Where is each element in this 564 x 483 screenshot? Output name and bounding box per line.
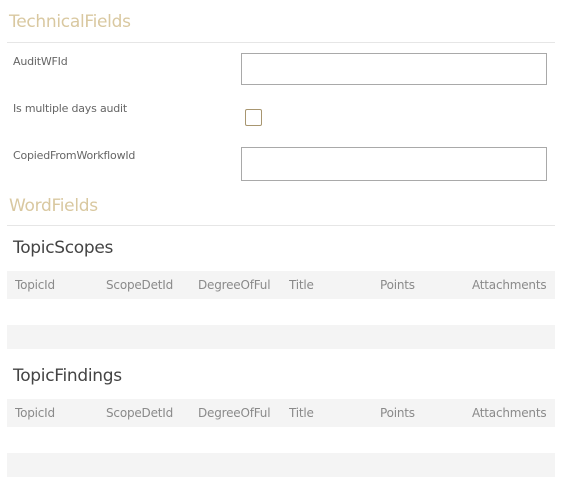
topic-findings-header: TopicId ScopeDetId DegreeOfFul Title Poi… [7, 399, 555, 427]
audit-wf-id-label: AuditWFId [13, 55, 68, 68]
topic-scopes-header: TopicId ScopeDetId DegreeOfFul Title Poi… [7, 271, 555, 299]
column-header-degree-of-ful[interactable]: DegreeOfFul [198, 406, 272, 420]
column-header-attachments[interactable]: Attachments [472, 406, 552, 420]
topic-findings-title: TopicFindings [13, 366, 122, 386]
column-header-topic-id[interactable]: TopicId [15, 406, 101, 420]
copied-from-workflow-label: CopiedFromWorkflowId [13, 149, 136, 162]
column-header-title[interactable]: Title [289, 278, 369, 292]
technical-fields-title: TechnicalFields [9, 12, 131, 32]
audit-wf-id-input[interactable] [241, 53, 547, 85]
column-header-degree-of-ful[interactable]: DegreeOfFul [198, 278, 272, 292]
table-row[interactable] [7, 325, 555, 349]
multiple-days-label: Is multiple days audit [13, 102, 128, 115]
column-header-topic-id[interactable]: TopicId [15, 278, 101, 292]
copied-from-workflow-input[interactable] [241, 147, 547, 181]
section-divider [7, 42, 555, 43]
table-row[interactable] [7, 453, 555, 477]
section-divider [7, 225, 555, 226]
column-header-title[interactable]: Title [289, 406, 369, 420]
topic-scopes-title: TopicScopes [13, 238, 114, 258]
column-header-points[interactable]: Points [380, 406, 460, 420]
column-header-points[interactable]: Points [380, 278, 460, 292]
multiple-days-checkbox[interactable] [245, 109, 262, 126]
table-row[interactable] [7, 301, 555, 325]
table-row[interactable] [7, 429, 555, 453]
column-header-attachments[interactable]: Attachments [472, 278, 552, 292]
column-header-scope-det-id[interactable]: ScopeDetId [106, 406, 192, 420]
word-fields-title: WordFields [9, 196, 98, 216]
column-header-scope-det-id[interactable]: ScopeDetId [106, 278, 192, 292]
